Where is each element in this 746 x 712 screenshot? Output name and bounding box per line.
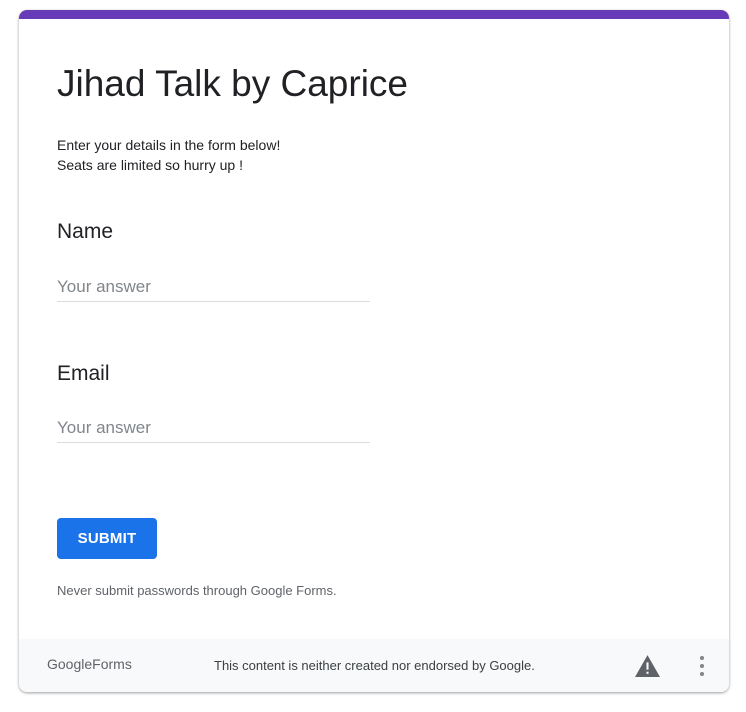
logo-google-text: Google [47,656,93,672]
name-question-label: Name [57,220,114,243]
submit-button[interactable]: SUBMIT [57,518,157,559]
more-vertical-icon[interactable] [696,655,708,677]
description-line: Seats are limited so hurry up ! [57,157,243,173]
warning-triangle-icon[interactable] [635,655,660,677]
name-input[interactable] [57,273,370,302]
form-card: Jihad Talk by Caprice Enter your details… [19,10,729,692]
logo-forms-text: Forms [92,656,132,672]
description-line: Enter your details in the form below! [57,137,281,153]
form-description: Enter your details in the form below! Se… [57,135,280,175]
password-warning: Never submit passwords through Google Fo… [57,583,337,598]
email-input[interactable] [57,414,370,443]
footer-disclaimer: This content is neither created nor endo… [214,658,535,673]
email-question-label: Email [57,362,110,385]
form-accent-bar [19,10,729,19]
form-footer: GoogleForms This content is neither crea… [19,639,729,692]
form-title: Jihad Talk by Caprice [57,63,408,104]
google-forms-logo[interactable]: GoogleForms [47,656,132,672]
